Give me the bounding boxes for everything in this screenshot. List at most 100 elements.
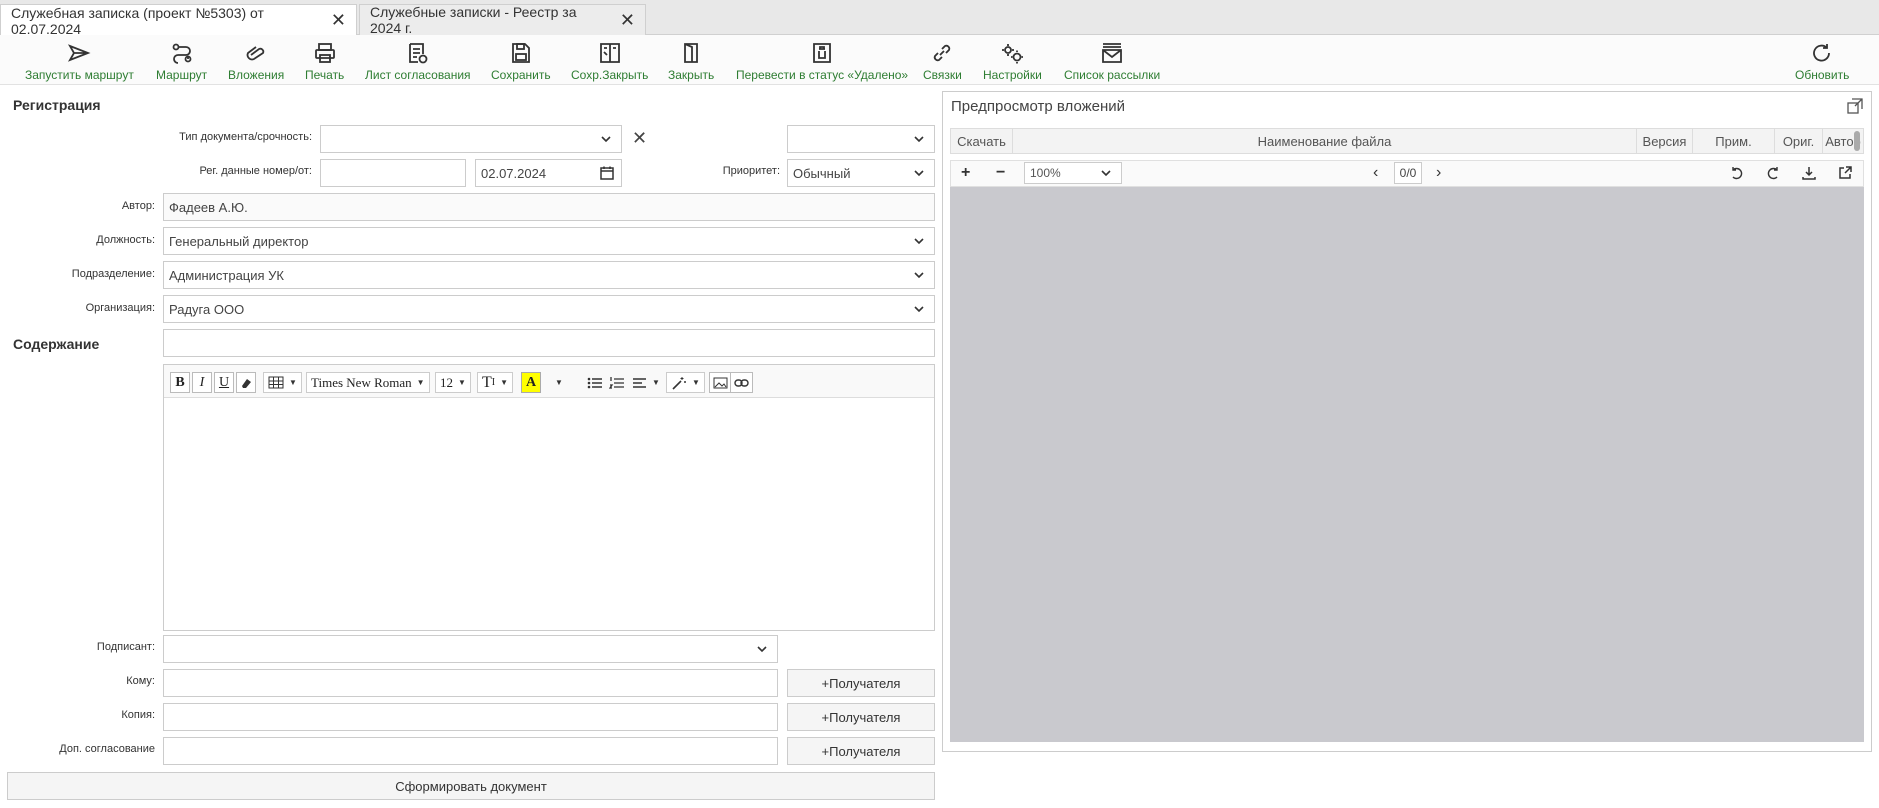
document-list-icon bbox=[406, 41, 430, 65]
tab-bar: Служебная записка (проект №5303) от 02.0… bbox=[0, 0, 1879, 37]
numbered-list-button[interactable] bbox=[605, 372, 629, 393]
signer-select[interactable] bbox=[163, 635, 778, 663]
extra-approval-input[interactable] bbox=[163, 737, 778, 765]
urgency-select[interactable] bbox=[787, 125, 935, 153]
add-approval-recipients-button[interactable]: +Получателя bbox=[787, 737, 935, 765]
zoom-in-icon[interactable]: + bbox=[961, 164, 970, 182]
text-color-dropdown[interactable]: ▼ bbox=[545, 372, 568, 393]
doc-type-label: Тип документа/срочность: bbox=[179, 131, 312, 143]
settings-button[interactable]: Настройки bbox=[983, 41, 1042, 83]
tab-label: Служебная записка (проект №5303) от 02.0… bbox=[11, 4, 264, 37]
priority-select[interactable]: Обычный bbox=[787, 159, 935, 187]
font-size-dropdown[interactable]: 12 ▼ bbox=[435, 372, 471, 393]
generate-document-button[interactable]: Сформировать документ bbox=[7, 772, 935, 800]
chevron-down-icon bbox=[914, 306, 924, 313]
add-to-recipients-button[interactable]: +Получателя bbox=[787, 669, 935, 697]
table-scrollbar[interactable] bbox=[1854, 131, 1860, 151]
links-button[interactable]: Связки bbox=[923, 41, 962, 83]
copy-label: Копия: bbox=[121, 709, 155, 721]
doc-type-select[interactable] bbox=[320, 125, 622, 153]
column-header-filename[interactable]: Наименование файла bbox=[1013, 129, 1637, 153]
send-icon bbox=[67, 41, 91, 65]
column-header-original[interactable]: Ориг. bbox=[1775, 129, 1823, 153]
column-header-note[interactable]: Прим. bbox=[1693, 129, 1775, 153]
page-indicator[interactable]: 0/0 bbox=[1394, 162, 1422, 184]
to-input[interactable] bbox=[163, 669, 778, 697]
chevron-down-icon bbox=[914, 170, 924, 177]
tab-memo-draft[interactable]: Служебная записка (проект №5303) от 02.0… bbox=[0, 4, 357, 37]
save-close-button[interactable]: Сохр.Закрыть bbox=[571, 41, 648, 83]
tab-memo-registry[interactable]: Служебные записки - Реестр за 2024 г. ✕ bbox=[359, 4, 646, 36]
next-page-icon[interactable]: › bbox=[1436, 164, 1441, 182]
route-icon bbox=[170, 41, 194, 65]
set-deleted-status-button[interactable]: Перевести в статус «Удалено» bbox=[736, 41, 908, 83]
preview-title: Предпросмотр вложений bbox=[951, 98, 1126, 115]
copy-input[interactable] bbox=[163, 703, 778, 731]
refresh-button[interactable]: Обновить bbox=[1795, 41, 1849, 83]
insert-image-button[interactable] bbox=[709, 372, 732, 393]
zoom-out-icon[interactable]: − bbox=[996, 164, 1005, 182]
clear-format-button[interactable] bbox=[236, 372, 256, 393]
author-field: Фадеев А.Ю. bbox=[163, 193, 935, 221]
extra-approval-label: Доп. согласование bbox=[59, 743, 155, 755]
close-icon[interactable]: ✕ bbox=[620, 10, 635, 31]
insert-link-button[interactable] bbox=[730, 372, 753, 393]
print-button[interactable]: Печать bbox=[305, 41, 344, 83]
editor-body[interactable] bbox=[164, 398, 934, 630]
mail-list-icon bbox=[1100, 41, 1124, 65]
approval-sheet-button[interactable]: Лист согласования bbox=[365, 41, 471, 83]
refresh-icon bbox=[1810, 41, 1834, 65]
text-color-button[interactable]: A bbox=[521, 372, 541, 393]
magic-format-dropdown[interactable]: ▼ bbox=[666, 372, 705, 393]
chevron-down-icon bbox=[914, 136, 924, 143]
align-left-icon bbox=[633, 377, 646, 388]
trash-status-icon bbox=[810, 41, 834, 65]
close-button[interactable]: Закрыть bbox=[668, 41, 714, 83]
gears-icon bbox=[1000, 41, 1024, 65]
add-copy-recipients-button[interactable]: +Получателя bbox=[787, 703, 935, 731]
download-icon[interactable] bbox=[1801, 165, 1817, 186]
position-select[interactable]: Генеральный директор bbox=[163, 227, 935, 255]
organization-select[interactable]: Радуга ООО bbox=[163, 295, 935, 323]
chevron-down-icon bbox=[757, 646, 767, 653]
open-external-icon[interactable] bbox=[1837, 165, 1853, 186]
clear-doc-type-icon[interactable]: ✕ bbox=[632, 128, 647, 149]
text-style-dropdown[interactable]: T I ▼ bbox=[477, 372, 514, 393]
font-family-dropdown[interactable]: Times New Roman ▼ bbox=[306, 372, 430, 393]
table-icon bbox=[268, 376, 284, 389]
rotate-right-icon[interactable] bbox=[1765, 165, 1781, 186]
chevron-down-icon bbox=[601, 136, 611, 143]
section-registration-title: Регистрация bbox=[13, 97, 101, 113]
magic-wand-icon bbox=[672, 376, 686, 390]
reg-date-input[interactable]: 02.07.2024 bbox=[475, 159, 622, 187]
chevron-down-icon bbox=[1101, 170, 1111, 177]
subject-input[interactable] bbox=[163, 329, 935, 357]
eraser-icon bbox=[242, 378, 251, 388]
underline-button[interactable]: U bbox=[214, 372, 234, 393]
column-header-download[interactable]: Скачать bbox=[951, 129, 1013, 153]
expand-panel-icon[interactable] bbox=[1847, 98, 1863, 117]
italic-button[interactable]: I bbox=[192, 372, 212, 393]
calendar-icon bbox=[600, 166, 614, 180]
close-icon[interactable]: ✕ bbox=[331, 10, 346, 31]
rotate-left-icon[interactable] bbox=[1729, 165, 1745, 186]
align-dropdown[interactable]: ▼ bbox=[627, 372, 665, 393]
document-preview-canvas[interactable] bbox=[950, 187, 1864, 742]
paperclip-icon bbox=[244, 41, 268, 65]
mailing-list-button[interactable]: Список рассылки bbox=[1064, 41, 1160, 83]
prev-page-icon[interactable]: ‹ bbox=[1373, 164, 1378, 182]
bold-button[interactable]: B bbox=[170, 372, 190, 393]
editor-toolbar: B I U ▼ Times New Roman▼ 12▼ TI▼ A ▼ bbox=[164, 365, 934, 398]
department-label: Подразделение: bbox=[71, 268, 155, 280]
attachments-button[interactable]: Вложения bbox=[228, 41, 284, 83]
zoom-select[interactable]: 100% bbox=[1024, 162, 1122, 184]
reg-number-input[interactable] bbox=[320, 159, 466, 187]
column-header-version[interactable]: Версия bbox=[1637, 129, 1693, 153]
route-button[interactable]: Маршрут bbox=[156, 41, 207, 83]
signer-label: Подписант: bbox=[96, 641, 155, 653]
bulleted-list-button[interactable] bbox=[583, 372, 607, 393]
table-dropdown[interactable]: ▼ bbox=[263, 372, 302, 393]
department-select[interactable]: Администрация УК bbox=[163, 261, 935, 289]
start-route-button[interactable]: Запустить маршрут bbox=[25, 41, 134, 83]
save-button[interactable]: Сохранить bbox=[491, 41, 551, 83]
